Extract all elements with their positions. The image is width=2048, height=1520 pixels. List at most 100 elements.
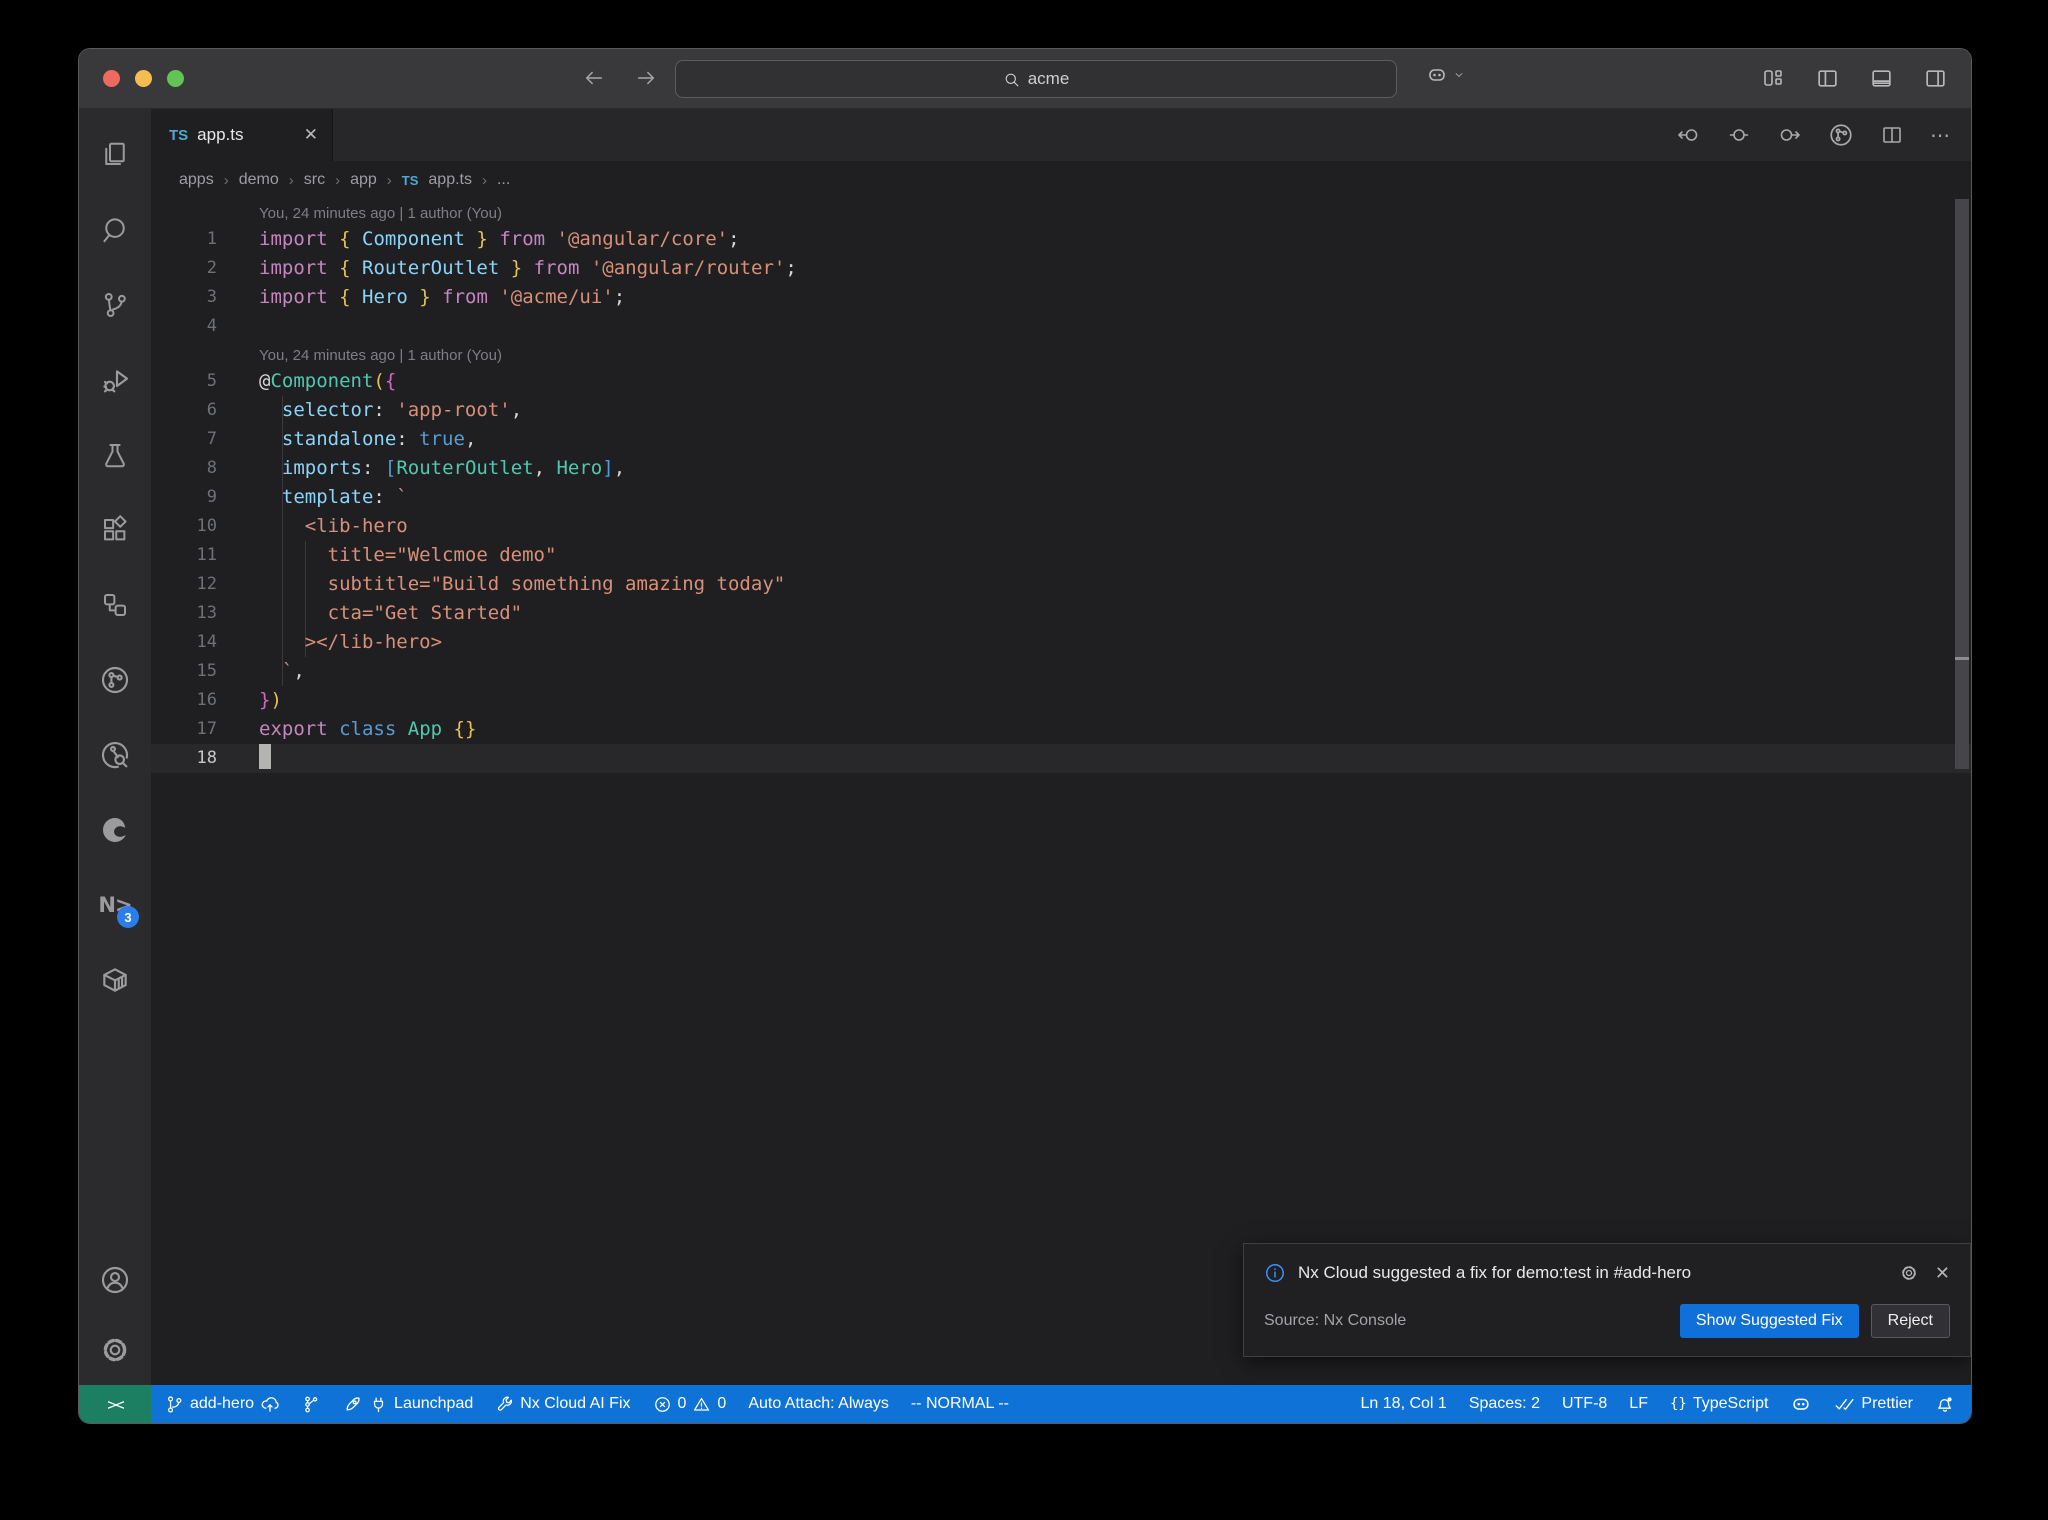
copilot-status-item[interactable] [1790, 1393, 1812, 1415]
code-line[interactable]: 12 subtitle="Build something amazing tod… [151, 570, 1971, 599]
sidebar-item-nx-inspect[interactable] [79, 717, 151, 792]
sidebar-item-nx-console[interactable]: N> 3 [79, 867, 151, 942]
blame-annotation[interactable]: You, 24 minutes ago | 1 author (You) [151, 199, 1971, 225]
code-line[interactable]: 14 ></lib-hero> [151, 628, 1971, 657]
history-forward-button[interactable] [631, 63, 661, 93]
typescript-file-icon: TS [401, 172, 419, 188]
line-number [151, 341, 259, 367]
sidebar-item-testing[interactable] [79, 417, 151, 492]
show-suggested-fix-button[interactable]: Show Suggested Fix [1679, 1304, 1859, 1338]
navigate-forward-button[interactable] [1777, 122, 1803, 148]
arrow-left-icon [585, 71, 603, 85]
git-graph-status-item[interactable] [302, 1395, 321, 1414]
nx-cloud-ai-fix-status-item[interactable]: Nx Cloud AI Fix [495, 1395, 631, 1414]
tab-close-icon[interactable]: ✕ [304, 125, 318, 145]
code-line[interactable]: 15 `, [151, 657, 1971, 686]
language-status-item[interactable]: {} TypeScript [1670, 1395, 1768, 1413]
code-line[interactable]: 1 import { Component } from '@angular/cor… [151, 225, 1971, 254]
toggle-secondary-sidebar-button[interactable] [1921, 64, 1949, 92]
line-number: 6 [206, 400, 217, 420]
window-zoom-button[interactable] [167, 70, 184, 87]
auto-attach-status-item[interactable]: Auto Attach: Always [748, 1395, 889, 1413]
sidebar-item-containers[interactable] [79, 942, 151, 1017]
code-line[interactable]: 6 selector: 'app-root', [151, 396, 1971, 425]
line-number: 13 [196, 603, 217, 623]
editor-scrollbar[interactable] [1955, 199, 1969, 1385]
gear-icon [103, 1338, 127, 1362]
code-line[interactable]: 8 imports: [RouterOutlet, Hero], [151, 454, 1971, 483]
line-number: 15 [196, 661, 217, 681]
account-button[interactable] [79, 1245, 151, 1315]
nav-dot-icon [1729, 129, 1749, 141]
command-center-search[interactable]: acme [675, 60, 1397, 98]
scrollbar-thumb[interactable] [1955, 199, 1969, 769]
sidebar-item-edge-browser[interactable] [79, 792, 151, 867]
navigate-current-button[interactable] [1726, 122, 1752, 148]
launchpad-status-item[interactable]: Launchpad [343, 1394, 473, 1414]
code-line[interactable]: 18 [151, 744, 1971, 773]
code-line[interactable]: 4 [151, 312, 1971, 341]
remote-indicator[interactable]: >< [79, 1385, 151, 1423]
notification-close-icon[interactable]: ✕ [1935, 1263, 1950, 1284]
info-icon [1266, 1264, 1284, 1282]
toggle-primary-sidebar-button[interactable] [1813, 64, 1841, 92]
notification-settings-gear-icon[interactable] [1899, 1263, 1919, 1283]
sidebar-item-explorer[interactable] [79, 117, 151, 192]
problems-status-item[interactable]: 0 0 [653, 1395, 726, 1414]
customize-layout-button[interactable] [1759, 64, 1787, 92]
breadcrumb-item[interactable]: src [304, 171, 325, 189]
reject-button[interactable]: Reject [1870, 1304, 1950, 1338]
more-actions-button[interactable]: ⋯ [1930, 123, 1951, 148]
tab-app-ts[interactable]: TS app.ts ✕ [151, 109, 333, 161]
branch-status-item[interactable]: add-hero [165, 1394, 280, 1414]
breadcrumb-item[interactable]: apps [179, 171, 214, 189]
line-number: 18 [196, 748, 217, 768]
blame-annotation[interactable]: You, 24 minutes ago | 1 author (You) [151, 341, 1971, 367]
breadcrumb-item[interactable]: app [350, 171, 377, 189]
notifications-bell-item[interactable] [1935, 1394, 1955, 1414]
window-minimize-button[interactable] [135, 70, 152, 87]
sidebar-item-project-structure[interactable] [79, 567, 151, 642]
account-icon [101, 1266, 129, 1294]
code-line[interactable]: 13 cta="Get Started" [151, 599, 1971, 628]
history-back-button[interactable] [579, 63, 609, 93]
code-line[interactable]: 10 <lib-hero [151, 512, 1971, 541]
code-line[interactable]: 2 import { RouterOutlet } from '@angular/… [151, 254, 1971, 283]
prettier-status-item[interactable]: Prettier [1834, 1394, 1913, 1415]
editor[interactable]: You, 24 minutes ago | 1 author (You) 1 imp… [151, 199, 1971, 1385]
sidebar-item-run-debug[interactable] [79, 342, 151, 417]
nx-console-badge: 3 [117, 906, 139, 928]
code-line[interactable]: 11 title="Welcmoe demo" [151, 541, 1971, 570]
blame-text: You, 24 minutes ago | 1 author (You) [259, 205, 502, 222]
breadcrumb-separator: › [386, 171, 392, 189]
breadcrumb-item[interactable]: ... [497, 171, 510, 189]
sidebar-item-source-control[interactable] [79, 267, 151, 342]
split-editor-button[interactable] [1879, 122, 1905, 148]
breadcrumb-item[interactable]: app.ts [428, 171, 472, 189]
breadcrumb-item[interactable]: demo [239, 171, 279, 189]
code-line[interactable]: 5 @Component({ [151, 367, 1971, 396]
sidebar-item-search[interactable] [79, 192, 151, 267]
copilot-menu-button[interactable] [1425, 63, 1465, 87]
code-line[interactable]: 3 import { Hero } from '@acme/ui'; [151, 283, 1971, 312]
code-rows: You, 24 minutes ago | 1 author (You) 1 imp… [151, 199, 1971, 773]
toggle-panel-button[interactable] [1867, 64, 1895, 92]
eol-status-item[interactable]: LF [1629, 1395, 1648, 1413]
vim-mode-status-item[interactable]: -- NORMAL -- [911, 1395, 1009, 1413]
settings-button[interactable] [79, 1315, 151, 1385]
cursor-position-status-item[interactable]: Ln 18, Col 1 [1361, 1395, 1447, 1413]
code-line[interactable]: 7 standalone: true, [151, 425, 1971, 454]
code-line[interactable]: 9 template: ` [151, 483, 1971, 512]
navigate-back-button[interactable] [1675, 122, 1701, 148]
indentation-status-item[interactable]: Spaces: 2 [1469, 1395, 1540, 1413]
encoding-status-item[interactable]: UTF-8 [1562, 1395, 1607, 1413]
nx-run-button[interactable] [1828, 122, 1854, 148]
tab-label: app.ts [197, 125, 244, 144]
notification-message: Nx Cloud suggested a fix for demo:test i… [1298, 1263, 1692, 1282]
code-line[interactable]: 16}) [151, 686, 1971, 715]
sidebar-item-extensions[interactable] [79, 492, 151, 567]
sidebar-item-nx-project-graph[interactable] [79, 642, 151, 717]
window-close-button[interactable] [103, 70, 120, 87]
notification-source: Source: Nx Console [1264, 1312, 1407, 1329]
code-line[interactable]: 17 export class App {} [151, 715, 1971, 744]
